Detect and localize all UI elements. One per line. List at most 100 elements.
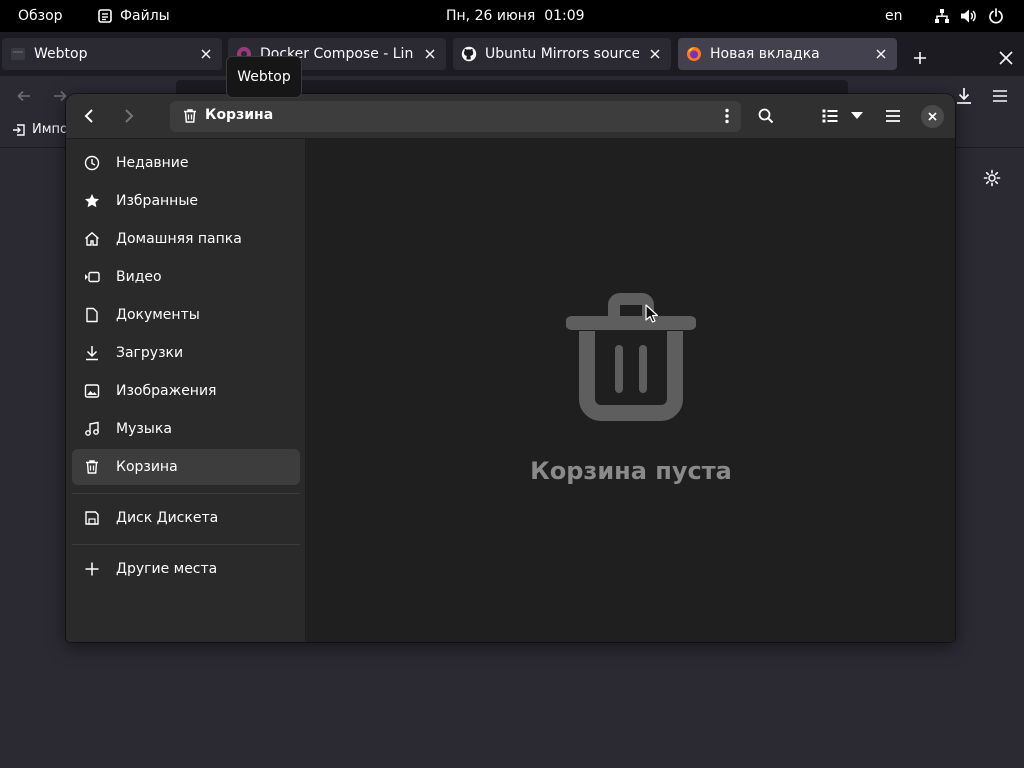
tab-title: Webtop <box>34 46 88 62</box>
tab-title: Новая вкладка <box>710 46 820 62</box>
system-menu-button[interactable] <box>934 0 1004 32</box>
import-icon <box>12 123 26 137</box>
chevron-down-icon <box>851 112 863 120</box>
power-icon <box>988 8 1004 24</box>
plus-icon <box>913 51 927 65</box>
browser-menu-button[interactable] <box>988 84 1012 108</box>
path-bar[interactable]: Корзина <box>170 101 741 132</box>
sidebar-item-starred[interactable]: Избранные <box>72 183 300 219</box>
home-icon <box>84 231 100 247</box>
arrow-left-icon <box>16 88 32 104</box>
chevron-left-icon <box>83 108 95 124</box>
downloads-button[interactable] <box>952 84 976 108</box>
sidebar-divider <box>72 544 300 545</box>
hamburger-icon <box>885 109 901 123</box>
sidebar-item-recent[interactable]: Недавние <box>72 145 300 181</box>
sidebar-item-videos[interactable]: Видео <box>72 259 300 295</box>
tab-new-tab[interactable]: Новая вкладка <box>678 38 897 70</box>
file-view[interactable]: Корзина пуста <box>307 139 955 642</box>
network-icon <box>934 8 950 24</box>
close-icon <box>999 51 1013 65</box>
floppy-icon <box>84 510 100 526</box>
close-tab-icon[interactable] <box>873 46 889 62</box>
main-menu-button[interactable] <box>879 101 907 131</box>
sidebar-item-label: Диск Дискета <box>116 510 219 526</box>
app-menu-button[interactable]: Файлы <box>98 0 170 32</box>
music-icon <box>84 421 100 437</box>
page-settings-button[interactable] <box>982 168 1004 190</box>
files-window: Корзина Недавние Избранные Домашняя папк… <box>66 94 955 642</box>
trash-icon <box>84 459 100 475</box>
close-tab-icon[interactable] <box>422 46 438 62</box>
star-icon <box>84 193 100 209</box>
chevron-right-icon <box>123 108 135 124</box>
browser-back-button[interactable] <box>12 84 36 108</box>
import-bookmarks-button[interactable]: Импо <box>12 122 68 137</box>
header-bar: Корзина <box>66 94 955 139</box>
sidebar-item-home[interactable]: Домашняя папка <box>72 221 300 257</box>
places-sidebar: Недавние Избранные Домашняя папка Видео … <box>66 139 306 642</box>
activities-button[interactable]: Обзор <box>18 0 63 32</box>
trash-icon <box>566 291 696 421</box>
video-icon <box>84 269 100 285</box>
sidebar-item-pictures[interactable]: Изображения <box>72 373 300 409</box>
tab-webtop[interactable]: Webtop <box>2 38 222 70</box>
close-browser-button[interactable] <box>992 44 1020 72</box>
list-view-icon <box>822 109 838 123</box>
tab-tooltip: Webtop <box>226 56 302 98</box>
app-menu-label: Файлы <box>120 8 170 24</box>
sidebar-item-label: Корзина <box>116 459 178 475</box>
document-icon <box>84 307 100 323</box>
import-bookmarks-label: Импо <box>32 122 68 137</box>
sidebar-item-music[interactable]: Музыка <box>72 411 300 447</box>
close-window-button[interactable] <box>921 105 944 128</box>
firefox-icon <box>686 46 702 62</box>
github-icon <box>461 46 477 62</box>
view-list-button[interactable] <box>816 101 844 131</box>
activities-label: Обзор <box>18 8 63 24</box>
gear-icon <box>982 168 1004 188</box>
location-menu-button[interactable] <box>719 106 735 126</box>
sidebar-item-floppy[interactable]: Диск Дискета <box>72 500 300 536</box>
tab-ubuntu-mirrors[interactable]: Ubuntu Mirrors sources.lis <box>453 38 671 70</box>
sidebar-item-documents[interactable]: Документы <box>72 297 300 333</box>
sidebar-item-trash[interactable]: Корзина <box>72 449 300 485</box>
image-icon <box>84 383 100 399</box>
clock-label: Пн, 26 июня 01:09 <box>446 8 585 24</box>
sidebar-item-label: Документы <box>116 307 200 323</box>
new-tab-button[interactable] <box>906 44 934 72</box>
webtop-icon <box>10 46 26 62</box>
sidebar-item-label: Видео <box>116 269 162 285</box>
tab-title: Ubuntu Mirrors sources.lis <box>485 46 639 62</box>
close-tab-icon[interactable] <box>198 46 214 62</box>
sidebar-item-label: Домашняя папка <box>116 231 242 247</box>
current-location-label: Корзина <box>205 107 274 123</box>
plus-icon <box>84 561 100 577</box>
sidebar-item-label: Избранные <box>116 193 198 209</box>
back-button[interactable] <box>76 101 102 131</box>
tab-strip: Webtop Docker Compose - LinuxS Ubuntu Mi… <box>0 32 1024 76</box>
sidebar-item-label: Музыка <box>116 421 172 437</box>
top-bar: Обзор Файлы Пн, 26 июня 01:09 en <box>0 0 1024 32</box>
sidebar-item-label: Другие места <box>116 561 218 577</box>
download-icon <box>955 87 973 105</box>
view-options-button[interactable] <box>846 101 868 131</box>
sidebar-item-other-locations[interactable]: Другие места <box>72 551 300 587</box>
download-icon <box>84 345 100 361</box>
mouse-cursor-icon <box>645 304 659 324</box>
sidebar-divider <box>72 493 300 494</box>
close-tab-icon[interactable] <box>647 46 663 62</box>
files-app-icon <box>98 9 112 23</box>
search-button[interactable] <box>752 101 780 131</box>
forward-button[interactable] <box>116 101 142 131</box>
sidebar-item-label: Недавние <box>116 155 189 171</box>
close-icon <box>928 112 937 121</box>
sidebar-item-label: Загрузки <box>116 345 184 361</box>
hamburger-icon <box>992 89 1008 103</box>
clock-button[interactable]: Пн, 26 июня 01:09 <box>446 0 585 32</box>
sidebar-item-label: Изображения <box>116 383 217 399</box>
empty-state-label: Корзина пуста <box>530 457 732 485</box>
volume-icon <box>960 8 978 24</box>
sidebar-item-downloads[interactable]: Загрузки <box>72 335 300 371</box>
keyboard-layout-button[interactable]: en <box>885 0 903 32</box>
